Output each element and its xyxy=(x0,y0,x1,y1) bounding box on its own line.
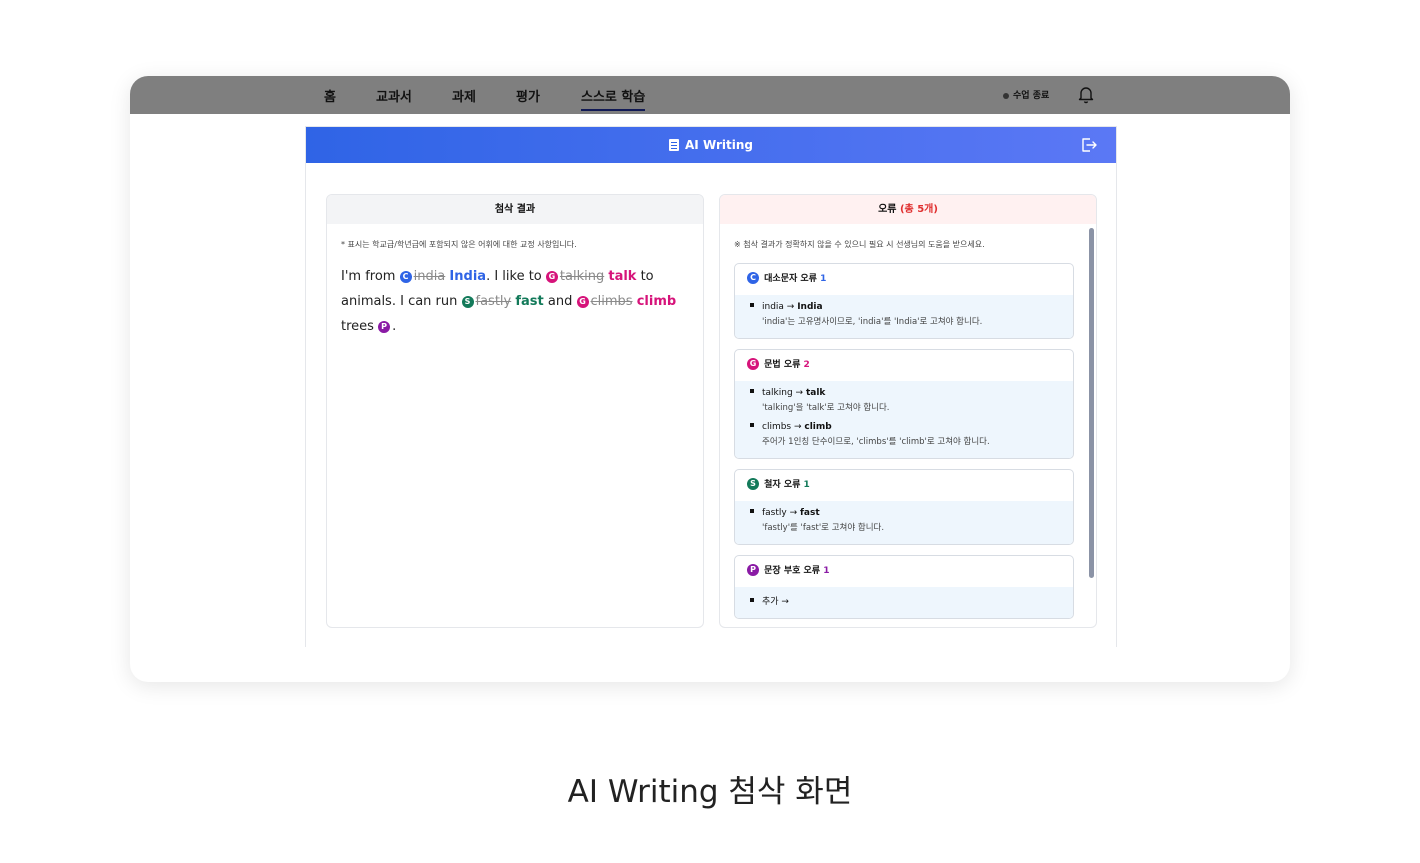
error-from: india xyxy=(762,302,784,312)
error-group-label: 문장 부호 오류 xyxy=(764,566,821,576)
ai-writing-panel: AI Writing 첨삭 결과 * 표시는 학교급/학년급에 포함되지 않은 … xyxy=(305,126,1117,647)
error-title-text: 오류 xyxy=(878,204,897,215)
document-icon xyxy=(669,139,680,151)
corrected-essay: I'm from Cindia India. I like to Gtalkin… xyxy=(341,264,689,339)
essay-text: trees xyxy=(341,319,379,334)
error-group-label: 문법 오류 xyxy=(764,360,801,370)
corrected-word: India xyxy=(449,269,487,284)
error-description: 'fastly'를 'fast'로 고쳐야 합니다. xyxy=(762,523,885,533)
error-to: talk xyxy=(805,388,826,398)
nav-evaluation[interactable]: 평가 xyxy=(516,86,540,105)
error-group-header: S 철자 오류 1 xyxy=(735,470,1073,501)
end-class-button[interactable]: 수업 종료 xyxy=(1003,88,1049,101)
error-group-header: P 문장 부호 오류 1 xyxy=(735,556,1073,587)
error-item: india → India 'india'는 고유명사이므로, 'india'를… xyxy=(750,302,1073,327)
error-group-body: talking → talk 'talking'을 'talk'로 고쳐야 합니… xyxy=(735,381,1073,458)
error-group-label: 대소문자 오류 xyxy=(764,274,817,284)
error-from: talking xyxy=(762,388,793,398)
error-group-grammar: G 문법 오류 2 talking → talk 'talking'을 'tal… xyxy=(734,349,1074,459)
status-dot xyxy=(1003,92,1009,99)
error-group-capital: C 대소문자 오류 1 india → India 'india'는 고유명사이… xyxy=(734,263,1074,339)
nav-textbook[interactable]: 교과서 xyxy=(376,86,412,105)
error-group-count: 2 xyxy=(803,360,810,370)
nav-assignment[interactable]: 과제 xyxy=(452,86,476,105)
exit-icon[interactable] xyxy=(1080,136,1098,154)
panel-title: AI Writing xyxy=(306,127,1116,163)
grammar-badge[interactable]: G xyxy=(576,296,589,308)
nav-self-study[interactable]: 스스로 학습 xyxy=(581,86,646,111)
error-item: talking → talk 'talking'을 'talk'로 고쳐야 합니… xyxy=(750,388,1073,413)
correction-result-card: 첨삭 결과 * 표시는 학교급/학년급에 포함되지 않은 어휘에 대한 교정 사… xyxy=(326,194,704,628)
error-group-body: india → India 'india'는 고유명사이므로, 'india'를… xyxy=(735,295,1073,338)
corrected-word: talk xyxy=(608,269,637,284)
error-from: fastly xyxy=(762,508,787,518)
error-change: fastly → fast xyxy=(750,508,1073,518)
nav-home[interactable]: 홈 xyxy=(324,86,336,105)
error-item: climbs → climb 주어가 1인칭 단수이므로, 'climbs'를 … xyxy=(750,422,1073,447)
error-change: india → India xyxy=(750,302,1073,312)
error-group-header: G 문법 오류 2 xyxy=(735,350,1073,381)
error-group-count: 1 xyxy=(823,566,830,576)
error-to: climb xyxy=(804,422,832,432)
end-class-label: 수업 종료 xyxy=(1013,91,1050,101)
essay-text: I'm from xyxy=(341,269,400,284)
error-change: talking → talk xyxy=(750,388,1073,398)
original-word: climbs xyxy=(590,294,633,309)
error-list-card: 오류 (총 5개) ※ 첨삭 결과가 정확하지 않을 수 있으니 필요 시 선생… xyxy=(719,194,1097,628)
error-change: climbs → climb xyxy=(750,422,1073,432)
error-group-label: 철자 오류 xyxy=(764,480,801,490)
punctuation-badge[interactable]: P xyxy=(378,321,391,333)
corrected-word: climb xyxy=(636,294,677,309)
vocabulary-note: * 표시는 학교급/학년급에 포함되지 않은 어휘에 대한 교정 사항입니다. xyxy=(341,240,577,249)
error-item: 추가 → xyxy=(750,594,1073,607)
app-window: 홈 교과서 과제 평가 스스로 학습 수업 종료 AI Writing 첨삭 결… xyxy=(130,76,1290,682)
error-group-header: C 대소문자 오류 1 xyxy=(735,264,1073,295)
error-description: 'india'는 고유명사이므로, 'india'를 'India'로 고쳐야 … xyxy=(762,317,983,327)
error-to: India xyxy=(797,302,823,312)
original-word: india xyxy=(413,269,446,284)
error-description: 'talking'을 'talk'로 고쳐야 합니다. xyxy=(762,403,890,413)
error-group-spelling: S 철자 오류 1 fastly → fast 'fastly'를 'fast'… xyxy=(734,469,1074,545)
error-group-punctuation: P 문장 부호 오류 1 추가 → xyxy=(734,555,1074,619)
essay-text: . xyxy=(392,319,397,334)
error-item: fastly → fast 'fastly'를 'fast'로 고쳐야 합니다. xyxy=(750,508,1073,533)
error-group-body: fastly → fast 'fastly'를 'fast'로 고쳐야 합니다. xyxy=(735,501,1073,544)
error-group-count: 1 xyxy=(803,480,810,490)
panel-title-text: AI Writing xyxy=(685,138,753,152)
scrollbar[interactable] xyxy=(1089,228,1094,578)
error-from: 추가 xyxy=(762,597,779,607)
error-description: 주어가 1인칭 단수이므로, 'climbs'를 'climb'로 고쳐야 합니… xyxy=(762,437,990,447)
correction-result-title: 첨삭 결과 xyxy=(327,195,703,224)
bell-icon[interactable] xyxy=(1076,84,1096,104)
grammar-badge[interactable]: G xyxy=(545,271,558,283)
spelling-badge: S xyxy=(747,478,759,490)
essay-text: and xyxy=(543,294,577,309)
error-change: 추가 → xyxy=(750,594,1073,607)
accuracy-note: ※ 첨삭 결과가 정확하지 않을 수 있으니 필요 시 선생님의 도움을 받으세… xyxy=(734,240,985,249)
original-word: fastly xyxy=(475,294,512,309)
error-to: fast xyxy=(800,508,820,518)
capital-badge: C xyxy=(747,272,759,284)
capital-badge[interactable]: C xyxy=(399,271,412,283)
error-from: climbs xyxy=(762,422,792,432)
top-navigation: 홈 교과서 과제 평가 스스로 학습 수업 종료 xyxy=(130,76,1290,114)
corrected-word: fast xyxy=(515,294,544,309)
error-group-body: 추가 → xyxy=(735,587,1073,618)
grammar-badge: G xyxy=(747,358,759,370)
original-word: talking xyxy=(559,269,605,284)
error-total: (총 5개) xyxy=(899,204,938,215)
error-group-count: 1 xyxy=(820,274,827,284)
error-list-title: 오류 (총 5개) xyxy=(720,195,1096,224)
punctuation-badge: P xyxy=(747,564,759,576)
screen-caption: AI Writing 첨삭 화면 xyxy=(567,774,853,810)
spelling-badge[interactable]: S xyxy=(461,296,474,308)
essay-text: . I like to xyxy=(486,269,546,284)
error-groups: C 대소문자 오류 1 india → India 'india'는 고유명사이… xyxy=(734,263,1074,627)
